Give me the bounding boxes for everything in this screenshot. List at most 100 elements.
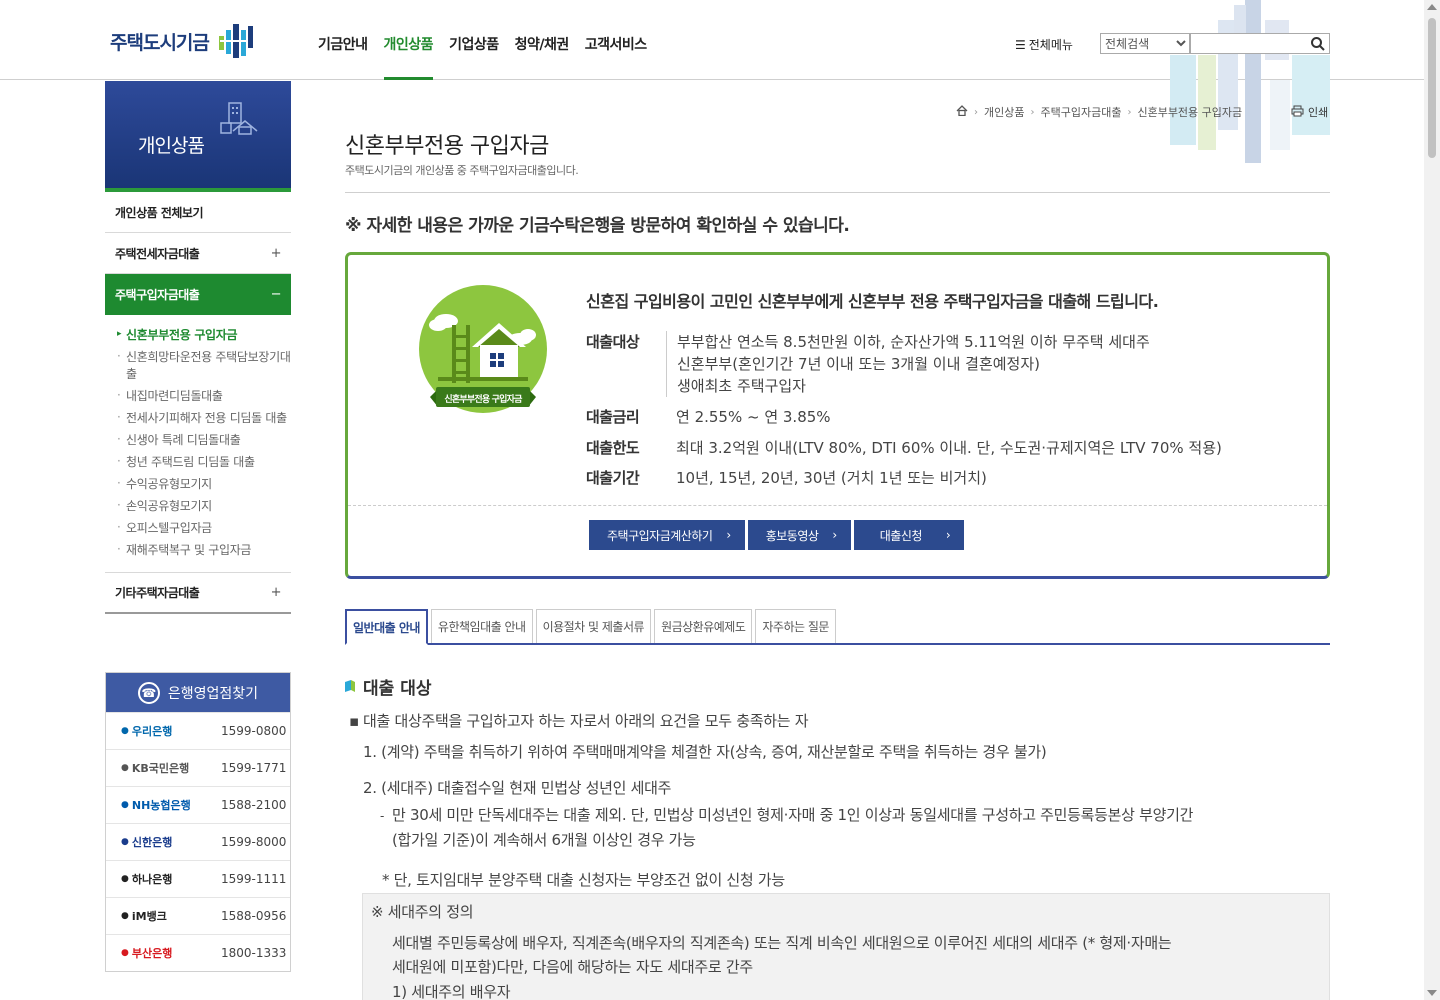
- definition-title: ※ 세대주의 정의: [371, 903, 474, 921]
- product-row-period: 대출기간 10년, 15년, 20년, 30년 (거치 1년 또는 비거치): [586, 467, 987, 489]
- submenu-item-loss-profit-sharing[interactable]: 손익공유형모기지: [115, 496, 291, 518]
- bank-logo: ● KB국민은행: [121, 760, 221, 776]
- chevron-right-icon: ›: [945, 528, 951, 542]
- section-title: 대출 대상: [345, 674, 431, 699]
- promo-video-button[interactable]: 홍보동영상 ›: [747, 520, 851, 550]
- submenu-item-disaster-recovery[interactable]: 재해주택복구 및 구입자금: [115, 540, 291, 562]
- main-nav: 기금안내 개인상품 기업상품 청약/채권 고객서비스: [318, 34, 647, 80]
- detail-item-2-note: * 단, 토지임대부 분양주택 대출 신청자는 부양조건 없이 신청 가능: [382, 871, 785, 889]
- sidebar-submenu: 신혼부부전용 구입자금 신혼희망타운전용 주택담보장기대출 내집마련디딤돌대출 …: [105, 315, 291, 573]
- submenu-item-didimdol[interactable]: 내집마련디딤돌대출: [115, 386, 291, 408]
- sidebar-item-label: 개인상품 전체보기: [115, 205, 204, 220]
- submenu-item-youth-dream[interactable]: 청년 주택드림 디딤돌 대출: [115, 452, 291, 474]
- nav-item-subscription-bonds[interactable]: 청약/채권: [515, 34, 570, 80]
- bank-row[interactable]: ● NH농협은행 1588-2100: [106, 786, 290, 823]
- nav-item-customer-service[interactable]: 고객서비스: [585, 34, 647, 80]
- bank-phone: 1599-1771: [221, 761, 287, 775]
- page-scrollbar[interactable]: [1424, 0, 1440, 1000]
- breadcrumb-item[interactable]: 주택구입자금대출: [1040, 104, 1121, 120]
- dash-bullet-icon: -: [380, 809, 385, 823]
- search-scope-select[interactable]: 전체검색: [1100, 33, 1190, 54]
- product-summary-box: 신혼부부전용 구입자금 신혼집 구입비용이 고민인 신혼부부에게 신혼부부 전용…: [345, 252, 1330, 579]
- detail-intro: 대출 대상주택을 구입하고자 하는 자로서 아래의 요건을 모두 충족하는 자: [363, 712, 809, 730]
- page-description: 주택도시기금의 개인상품 중 주택구입자금대출입니다.: [345, 164, 579, 177]
- submenu-item-newborn-didimdol[interactable]: 신생아 특례 디딤돌대출: [115, 430, 291, 452]
- site-header: 주택도시기금 기금안내 개인상품 기업상품 청약/채권 고객서비스 ☰ 전체메뉴…: [0, 0, 1424, 163]
- section-bullet-icon: [345, 677, 355, 697]
- tab-faq[interactable]: 자주하는 질문: [755, 609, 836, 643]
- breadcrumb-item-current[interactable]: 신혼부부전용 구입자금: [1137, 104, 1242, 120]
- submenu-item-fraud-victim-didimdol[interactable]: 전세사기피해자 전용 디딤돌 대출: [115, 408, 291, 430]
- sidebar-item-label: 주택구입자금대출: [115, 288, 200, 302]
- bank-row[interactable]: ● iM뱅크 1588-0956: [106, 897, 290, 934]
- loan-calculator-button[interactable]: 주택구입자금계산하기 ›: [589, 520, 745, 550]
- detail-item-1: 1. (계약) 주택을 취득하기 위하여 주택매매계약을 체결한 자(상속, 증…: [363, 743, 1047, 761]
- bank-logo-icon: ●: [121, 726, 129, 736]
- home-icon[interactable]: [956, 105, 968, 119]
- nav-item-fund-info[interactable]: 기금안내: [318, 34, 368, 80]
- sidebar-item-all-products[interactable]: 개인상품 전체보기: [105, 192, 291, 233]
- product-row-rate: 대출금리 연 2.55% ~ 연 3.85%: [586, 406, 831, 428]
- emblem-label: 신혼부부전용 구입자금: [444, 395, 522, 405]
- product-row-value: 연 2.55% ~ 연 3.85%: [676, 408, 831, 426]
- bank-name: 우리은행: [131, 725, 173, 738]
- hamburger-icon: ☰: [1015, 37, 1026, 52]
- bank-logo-icon: ●: [121, 837, 129, 847]
- scroll-up-arrow-icon[interactable]: [1427, 4, 1437, 10]
- bank-row[interactable]: ● 우리은행 1599-0800: [106, 712, 290, 749]
- bank-logo-icon: ●: [121, 911, 129, 921]
- bank-phone: 1599-8000: [221, 835, 287, 849]
- bank-phone: 1588-0956: [221, 909, 287, 923]
- target-line: 신혼부부(혼인기간 7년 이내 또는 3개월 이내 결혼예정자): [677, 355, 1041, 373]
- apply-loan-button[interactable]: 대출신청 ›: [853, 520, 965, 550]
- search-input[interactable]: [1191, 35, 1307, 55]
- collapse-minus-icon[interactable]: −: [271, 287, 282, 302]
- section-title-text: 대출 대상: [363, 679, 432, 699]
- sidebar-item-label: 주택전세자금대출: [115, 246, 200, 261]
- bank-logo: ● 신한은행: [121, 834, 221, 850]
- bank-list: ● 우리은행 1599-0800 ● KB국민은행 1599-1771 ● NH농협은행 158…: [106, 712, 290, 971]
- bank-name: NH농협은행: [131, 799, 191, 812]
- sidebar-item-jeonse-loan[interactable]: 주택전세자금대출 +: [105, 233, 291, 274]
- bank-finder-header[interactable]: ☎ 은행영업점찾기: [106, 673, 290, 712]
- target-line: 부부합산 연소득 8.5천만원 이하, 순자산가액 5.11억원 이하 무주택 …: [677, 333, 1150, 351]
- all-menu-label: 전체메뉴: [1028, 38, 1073, 52]
- expand-plus-icon[interactable]: +: [271, 246, 282, 261]
- tab-limited-liability[interactable]: 유한책임대출 안내: [430, 609, 533, 643]
- bank-row[interactable]: ● 하나은행 1599-1111: [106, 860, 290, 897]
- site-logo[interactable]: 주택도시기금: [110, 22, 259, 60]
- sidebar-item-purchase-loan[interactable]: 주택구입자금대출 −: [105, 274, 291, 315]
- submenu-item-profit-sharing[interactable]: 수익공유형모기지: [115, 474, 291, 496]
- detail-item-2-sub-1: 만 30세 미만 단독세대주는 대출 제외. 단, 민법상 미성년인 형제·자매…: [392, 806, 1194, 824]
- submenu-item-newlywed-hope-town[interactable]: 신혼희망타운전용 주택담보장기대출: [115, 347, 291, 386]
- bank-logo: ● 우리은행: [121, 723, 221, 739]
- bank-row[interactable]: ● 신한은행 1599-8000: [106, 823, 290, 860]
- product-row-limit: 대출한도 최대 3.2억원 이내(LTV 80%, DTI 60% 이내. 단,…: [586, 437, 1222, 459]
- product-row-value: 부부합산 연소득 8.5천만원 이하, 순자산가액 5.11억원 이하 무주택 …: [666, 331, 1150, 397]
- building-icon: [217, 101, 261, 139]
- submenu-item-officetel[interactable]: 오피스텔구입자금: [115, 518, 291, 540]
- search-icon[interactable]: [1310, 36, 1326, 52]
- product-row-label: 대출한도: [586, 439, 640, 457]
- sidebar-item-other-loan[interactable]: 기타주택자금대출 +: [105, 573, 291, 614]
- breadcrumb-item[interactable]: 개인상품: [984, 104, 1024, 120]
- print-button[interactable]: 인쇄: [1291, 104, 1328, 120]
- scroll-thumb[interactable]: [1428, 18, 1436, 158]
- nav-item-personal-products[interactable]: 개인상품: [383, 34, 434, 80]
- tab-repayment-deferral[interactable]: 원금상환유예제도: [654, 609, 753, 643]
- notice-text: ※ 자세한 내용은 가까운 기금수탁은행을 방문하여 확인하실 수 있습니다.: [345, 216, 850, 236]
- bank-row[interactable]: ● KB국민은행 1599-1771: [106, 749, 290, 786]
- bank-row[interactable]: ● 부산은행 1800-1333: [106, 934, 290, 971]
- expand-plus-icon[interactable]: +: [271, 585, 282, 600]
- tab-procedure-documents[interactable]: 이용절차 및 제출서류: [535, 609, 652, 643]
- nav-item-corporate-products[interactable]: 기업상품: [449, 34, 499, 80]
- all-menu-button[interactable]: ☰ 전체메뉴: [1015, 36, 1073, 53]
- tab-general-loan[interactable]: 일반대출 안내: [345, 609, 428, 645]
- submenu-item-newlywed-purchase[interactable]: 신혼부부전용 구입자금: [115, 325, 291, 347]
- product-headline: 신혼집 구입비용이 고민인 신혼부부에게 신혼부부 전용 주택구입자금을 대출해…: [586, 292, 1159, 311]
- chevron-right-icon: ›: [1030, 106, 1035, 118]
- product-action-buttons: 주택구입자금계산하기 › 홍보동영상 › 대출신청 ›: [589, 520, 965, 550]
- product-row-label: 대출기간: [586, 469, 640, 487]
- scroll-down-arrow-icon[interactable]: [1427, 990, 1437, 996]
- bank-finder-title: 은행영업점찾기: [167, 685, 259, 702]
